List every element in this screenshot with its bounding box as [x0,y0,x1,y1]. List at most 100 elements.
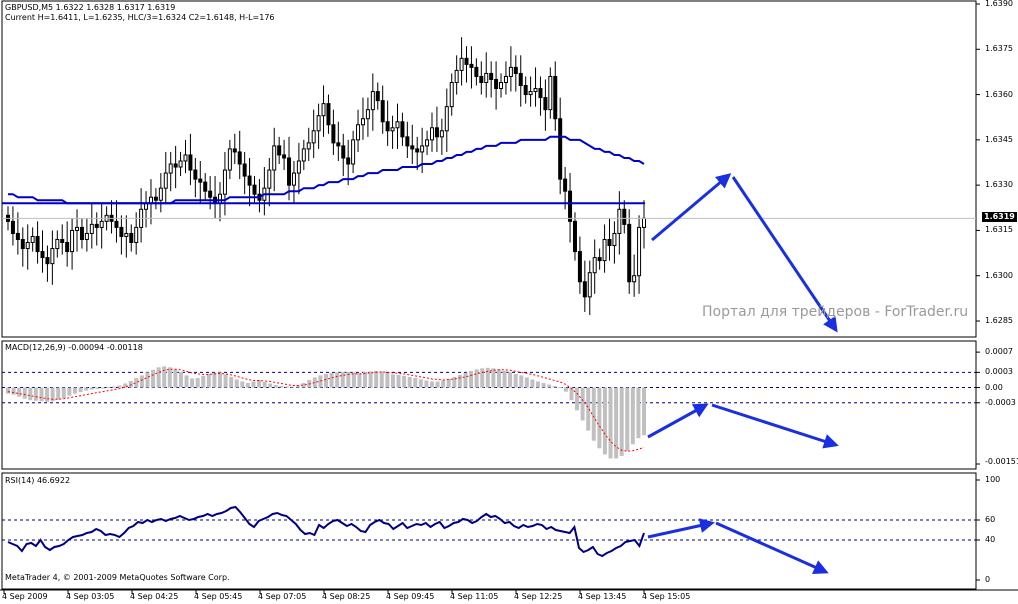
candle-bear [326,103,331,126]
price-axis-label: 1.6345 [985,134,1013,144]
candle-bear [410,145,415,150]
price-axis-label: 1.6390 [985,0,1013,8]
macd-bar [72,387,77,394]
candle-bull [158,187,163,201]
candle-bull [89,223,94,234]
time-axis-label: 4 Sep 15:05 [642,592,691,601]
macd-bar [45,387,50,402]
macd-bar [251,381,256,388]
candle-bear [277,145,282,156]
candle-bear [79,226,84,240]
macd-bar [446,378,451,388]
macd-bar [212,372,217,388]
macd-bar [262,381,267,388]
candle-bear [242,163,247,177]
current-price-tag: 1.6319 [982,212,1017,222]
macd-bar [284,386,289,388]
macd-bar [491,368,496,388]
candle-bear [15,232,20,240]
macd-bar [374,370,379,388]
copyright-text: MetaTrader 4, © 2001-2009 MetaQuotes Sof… [5,573,230,582]
candle-bull [370,91,375,111]
macd-bar [563,387,568,392]
macd-bar [430,381,434,388]
candle-bear [434,127,439,138]
candle-bear [597,257,602,262]
candle-bear [287,157,292,186]
candle-bull [218,193,222,204]
candle-bull [637,226,642,277]
macd-bar [597,387,602,449]
candle-bear [193,169,198,180]
macd-bar [17,387,22,397]
rsi-axis-label: 0 [985,575,991,584]
price-axis-label: 1.6330 [985,180,1013,190]
candle-bull [390,127,395,132]
candle-bull [311,130,316,144]
candle-bull [602,238,607,262]
trading-chart-canvas[interactable] [0,0,1018,604]
macd-bar [167,367,172,388]
time-axis-label: 4 Sep 05:45 [194,592,243,601]
macd-bar [519,375,524,388]
macd-bar [580,387,585,421]
candle-bear [400,121,405,138]
candle-bear [607,238,612,247]
macd-bar [457,374,462,388]
macd-bar [89,387,94,390]
candle-bear [469,63,474,68]
macd-bar [357,373,362,388]
macd-bar [496,369,501,388]
candle-bull [25,242,30,250]
candle-bull [439,130,444,138]
candle-bull [134,226,139,244]
rsi-axis-label: 100 [985,475,1001,484]
symbol-header: GBPUSD,M5 1.6322 1.6328 1.6317 1.6319 [5,3,176,12]
macd-bar [112,386,116,388]
time-axis-label: 4 Sep 09:45 [386,592,435,601]
candle-bear [198,178,203,183]
macd-bar [184,375,189,388]
candle-bear [582,281,587,298]
macd-bar [6,387,10,394]
candle-bull [508,66,513,77]
macd-bar [602,387,607,455]
macd-bar [474,369,479,388]
macd-bar [469,370,474,388]
macd-bar [575,387,580,411]
pane-frames [0,0,1018,591]
macd-bar [145,372,150,388]
macd-bar [268,383,273,388]
candle-bear [252,184,257,195]
candle-bear [35,235,40,253]
candle-bull [459,57,464,71]
macd-bar [335,372,340,388]
time-axis-label: 4 Sep 08:25 [322,592,371,601]
candle-bear [553,75,558,120]
macd-bar [273,385,278,388]
macd-bar [586,387,591,431]
macd-axis-label: -0.00151 [985,457,1018,466]
candle-bear [119,226,124,237]
macd-bar [162,366,167,388]
candle-bear [40,251,45,259]
candle-bear [247,175,252,186]
macd-bar [480,368,485,388]
candle-bear [237,151,242,165]
macd-bar [435,381,440,388]
macd-bar [240,381,245,388]
macd-bar [156,367,161,388]
rsi-header: RSI(14) 46.6922 [5,476,71,485]
pane-frame-1 [1,340,977,470]
candle-bull [30,235,35,244]
macd-bar [424,380,429,388]
macd-bar [558,387,563,389]
macd-bar [178,371,183,388]
macd-bar [39,387,44,402]
candle-bull [365,109,370,120]
macd-bar [569,387,574,401]
macd-bar [139,375,144,388]
candle-bull [612,232,617,247]
macd-bar [413,377,418,388]
candle-bull [50,248,55,265]
